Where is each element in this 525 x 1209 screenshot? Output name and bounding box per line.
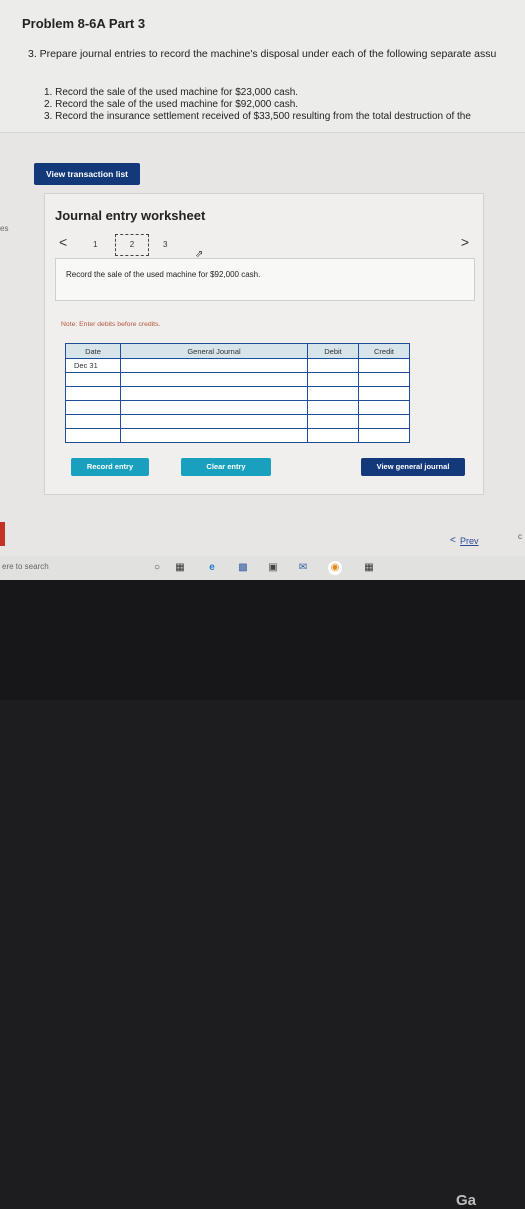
store-icon[interactable]: ▣ (266, 561, 280, 575)
credit-column-header: Credit (358, 343, 410, 359)
side-tab[interactable] (0, 522, 5, 546)
debit-cell[interactable] (307, 372, 359, 387)
prev-chevron-icon[interactable]: < (450, 535, 456, 546)
view-transaction-list-button[interactable]: View transaction list (34, 163, 140, 185)
date-cell[interactable] (65, 400, 121, 415)
table-row (65, 414, 410, 429)
monitor-bezel: Ga (0, 580, 525, 1209)
account-cell[interactable] (120, 400, 308, 415)
note-text: Note: Enter debits before credits. (61, 321, 161, 328)
date-cell[interactable] (65, 428, 121, 443)
journal-entry-worksheet: Journal entry worksheet < 1 2 3 ⇗ > Reco… (44, 193, 484, 495)
journal-table: Date General Journal Debit Credit Dec 31 (65, 343, 410, 443)
credit-cell[interactable] (358, 372, 410, 387)
requirement-item: 2. Record the sale of the used machine f… (44, 99, 299, 110)
cut-off-text: es (0, 224, 9, 233)
account-cell[interactable] (120, 372, 308, 387)
worksheet-title: Journal entry worksheet (55, 208, 206, 223)
table-header-row: Date General Journal Debit Credit (65, 343, 410, 359)
date-cell[interactable]: Dec 31 (65, 358, 121, 373)
credit-cell[interactable] (358, 428, 410, 443)
credit-cell[interactable] (358, 400, 410, 415)
cortana-icon[interactable]: ○ (150, 561, 164, 575)
table-row: Dec 31 (65, 358, 410, 373)
debit-cell[interactable] (307, 386, 359, 401)
record-entry-button[interactable]: Record entry (71, 458, 149, 476)
task-view-icon[interactable]: ▦ (173, 561, 187, 575)
general-journal-column-header: General Journal (120, 343, 308, 359)
credit-cell[interactable] (358, 414, 410, 429)
credit-cell[interactable] (358, 386, 410, 401)
view-general-journal-button[interactable]: View general journal (361, 458, 465, 476)
account-cell[interactable] (120, 386, 308, 401)
requirement-item: 1. Record the sale of the used machine f… (44, 87, 299, 98)
next-chevron-icon[interactable]: > (461, 234, 469, 250)
file-explorer-icon[interactable]: ▩ (236, 561, 250, 575)
prev-link[interactable]: Prev (460, 536, 479, 546)
question-text: 3. Prepare journal entries to record the… (28, 48, 497, 60)
page-2-tab[interactable]: 2 (115, 234, 149, 256)
credit-cell[interactable] (358, 358, 410, 373)
brand-logo: Ga (456, 1192, 477, 1209)
question-header: Problem 8-6A Part 3 3. Prepare journal e… (0, 0, 525, 133)
page-1-tab[interactable]: 1 (93, 240, 97, 249)
calculator-icon[interactable]: ▦ (362, 561, 376, 575)
account-cell[interactable] (120, 358, 308, 373)
debit-cell[interactable] (307, 400, 359, 415)
debit-cell[interactable] (307, 358, 359, 373)
date-cell[interactable] (65, 414, 121, 429)
clear-entry-button[interactable]: Clear entry (181, 458, 271, 476)
prev-chevron-icon[interactable]: < (59, 234, 67, 250)
requirement-list: 1. Record the sale of the used machine f… (44, 87, 471, 123)
account-cell[interactable] (120, 414, 308, 429)
account-cell[interactable] (120, 428, 308, 443)
requirement-item: 3. Record the insurance settlement recei… (44, 111, 471, 122)
date-column-header: Date (65, 343, 121, 359)
cut-off-text: c (518, 532, 522, 541)
windows-taskbar: ere to search ○ ▦ e ▩ ▣ ✉ ◉ ▦ (0, 556, 525, 580)
table-row (65, 428, 410, 443)
debit-cell[interactable] (307, 414, 359, 429)
entry-description: Record the sale of the used machine for … (55, 258, 475, 301)
table-row (65, 372, 410, 387)
taskbar-search-input[interactable]: ere to search (2, 562, 49, 571)
page-3-tab[interactable]: 3 (163, 240, 167, 249)
date-cell[interactable] (65, 386, 121, 401)
debit-column-header: Debit (307, 343, 359, 359)
debit-cell[interactable] (307, 428, 359, 443)
browser-page: Problem 8-6A Part 3 3. Prepare journal e… (0, 0, 525, 556)
chrome-icon[interactable]: ◉ (328, 561, 342, 575)
table-row (65, 400, 410, 415)
page-title: Problem 8-6A Part 3 (22, 16, 146, 31)
mail-icon[interactable]: ✉ (296, 561, 310, 575)
date-cell[interactable] (65, 372, 121, 387)
edge-browser-icon[interactable]: e (205, 561, 219, 575)
table-row (65, 386, 410, 401)
